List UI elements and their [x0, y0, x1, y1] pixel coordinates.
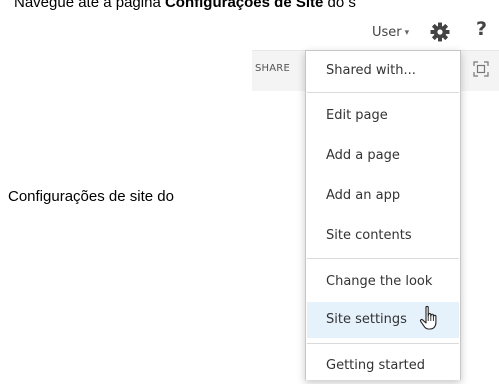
instruction-bold: Configurações de Site	[164, 0, 324, 11]
instruction-suffix: do s	[327, 0, 356, 11]
caption-text: Configurações de site do	[8, 188, 174, 205]
share-button[interactable]: SHARE	[255, 63, 290, 74]
gear-icon[interactable]	[430, 22, 450, 42]
menu-item-add-an-app[interactable]: Add an app	[307, 178, 459, 214]
focus-on-content-icon[interactable]	[473, 61, 489, 77]
instruction-prefix: Navegue até a página	[14, 0, 161, 11]
menu-separator	[307, 258, 459, 259]
menu-separator	[307, 92, 459, 93]
menu-item-add-a-page[interactable]: Add a page	[307, 138, 459, 174]
user-label: User	[372, 25, 402, 40]
chevron-down-icon: ▾	[404, 28, 410, 38]
user-menu[interactable]: User ▾	[372, 20, 409, 46]
instruction-text: Navegue até a página Configurações de Si…	[14, 0, 356, 11]
menu-item-change-the-look[interactable]: Change the look	[307, 264, 459, 300]
hand-pointer-cursor-icon	[419, 305, 437, 330]
help-icon[interactable]: ?	[476, 18, 487, 40]
menu-item-edit-page[interactable]: Edit page	[307, 98, 459, 134]
menu-item-shared-with[interactable]: Shared with...	[307, 53, 459, 89]
menu-item-site-contents[interactable]: Site contents	[307, 218, 459, 254]
menu-separator	[307, 343, 459, 344]
